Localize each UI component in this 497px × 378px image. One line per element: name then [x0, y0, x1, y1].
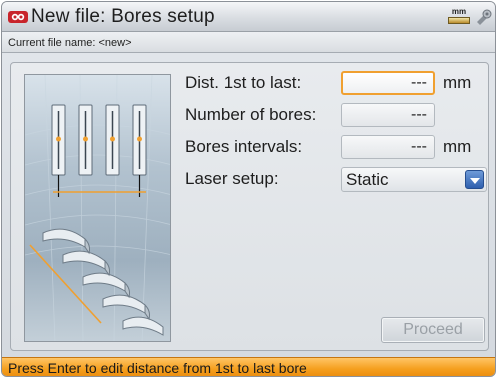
status-bar: Press Enter to edit distance from 1st to… — [2, 357, 495, 376]
units-mm-icon[interactable]: mm — [446, 7, 472, 27]
laser-setup-value: Static — [346, 170, 389, 189]
dist-first-last-label: Dist. 1st to last: — [185, 73, 302, 92]
bores-illustration — [24, 74, 171, 342]
number-of-bores-field[interactable]: --- — [341, 103, 435, 127]
bores-intervals-field[interactable]: --- — [341, 135, 435, 159]
ruler-bar — [448, 17, 470, 24]
laser-setup-label: Laser setup: — [185, 169, 279, 188]
window-title: New file: Bores setup — [31, 6, 215, 27]
dist-first-last-unit: mm — [443, 73, 472, 92]
bores-diagram-graphic — [25, 75, 170, 341]
current-file-bar: Current file name: <new> — [2, 32, 495, 53]
bores-setup-panel: Dist. 1st to last: --- mm Number of bore… — [10, 62, 489, 351]
settings-icon[interactable] — [474, 8, 494, 26]
dist-first-last-field[interactable]: --- — [341, 71, 435, 95]
laser-setup-dropdown[interactable]: Static — [341, 167, 487, 192]
units-badge-label: mm — [451, 7, 467, 16]
proceed-button[interactable]: Proceed — [381, 317, 485, 343]
number-of-bores-label: Number of bores: — [185, 105, 317, 124]
bores-intervals-label: Bores intervals: — [185, 137, 303, 156]
app-logo-icon — [8, 11, 28, 23]
title-bar: New file: Bores setup mm — [2, 2, 495, 32]
chevron-down-icon[interactable] — [465, 170, 484, 189]
bores-intervals-unit: mm — [443, 137, 472, 156]
app-screen: New file: Bores setup mm Current file na… — [1, 1, 496, 377]
